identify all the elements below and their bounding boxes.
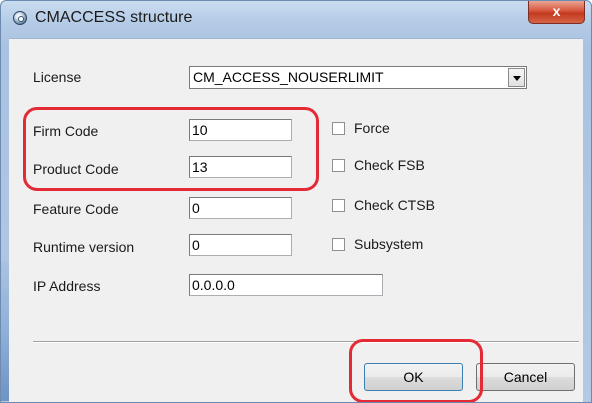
checkbox-icon[interactable] [332, 199, 345, 212]
license-selected-value: CM_ACCESS_NOUSERLIMIT [193, 69, 384, 85]
check-ctsb-label: Check CTSB [354, 197, 435, 213]
ip-address-label: IP Address [33, 278, 101, 294]
feature-code-label: Feature Code [33, 201, 119, 217]
title-bar[interactable]: CMACCESS structure x [1, 1, 591, 37]
license-select[interactable]: CM_ACCESS_NOUSERLIMIT [189, 66, 527, 89]
checkbox-icon[interactable] [332, 122, 345, 135]
check-fsb-label: Check FSB [354, 157, 425, 173]
product-code-field[interactable]: 13 [189, 156, 292, 178]
app-icon [13, 11, 27, 25]
firm-code-label: Firm Code [33, 123, 99, 139]
ip-address-field[interactable]: 0.0.0.0 [189, 274, 383, 296]
product-code-label: Product Code [33, 161, 119, 177]
ok-button[interactable]: OK [364, 363, 463, 391]
dialog-body: License CM_ACCESS_NOUSERLIMIT Firm Code … [9, 38, 583, 402]
license-label: License [33, 69, 82, 85]
checkbox-icon[interactable] [332, 238, 345, 251]
runtime-version-label: Runtime version [33, 239, 135, 255]
feature-code-field[interactable]: 0 [189, 197, 292, 219]
subsystem-label: Subsystem [354, 236, 424, 252]
window-frame-edge [1, 261, 9, 401]
cmaccess-dialog: CMACCESS structure x License CM_ACCESS_N… [0, 0, 592, 403]
window-title: CMACCESS structure [35, 9, 193, 26]
firm-code-field[interactable]: 10 [189, 119, 292, 141]
checkbox-icon[interactable] [332, 159, 345, 172]
chevron-down-icon[interactable] [508, 68, 525, 87]
runtime-version-field[interactable]: 0 [189, 234, 292, 256]
cancel-button[interactable]: Cancel [476, 363, 575, 391]
force-label: Force [354, 120, 390, 136]
close-button[interactable]: x [528, 1, 585, 24]
divider [33, 341, 579, 343]
